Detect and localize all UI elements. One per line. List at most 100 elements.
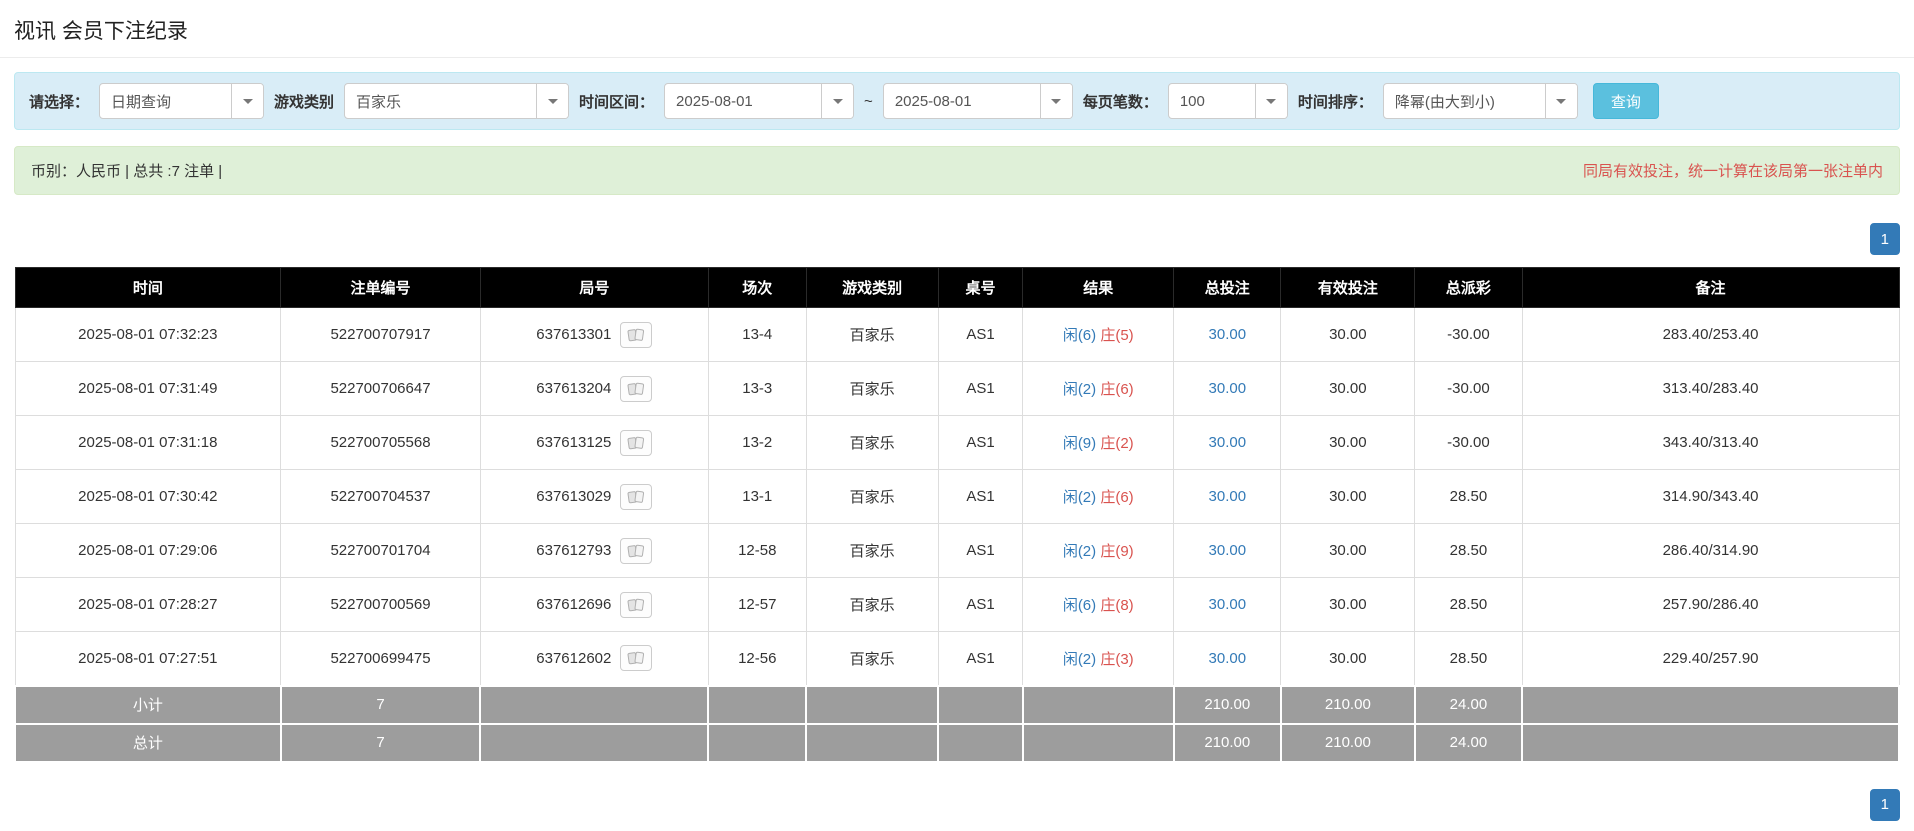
game-cell: 百家乐 — [805, 361, 939, 416]
session-cell: 13-1 — [707, 469, 807, 524]
view-cards-icon[interactable] — [620, 429, 653, 456]
footer-empty-cell — [937, 722, 1024, 763]
total-bet-cell: 30.00 — [1173, 577, 1282, 632]
payout-cell: -30.00 — [1414, 307, 1523, 362]
result-cell: 闲(6) 庄(8) — [1022, 577, 1175, 632]
page-1-button[interactable]: 1 — [1869, 223, 1900, 255]
chevron-down-icon[interactable] — [1039, 84, 1072, 118]
bet-id-cell: 522700705568 — [280, 415, 481, 470]
query-type-label: 请选择： — [29, 93, 90, 111]
banker-result: 庄(5) — [1100, 327, 1134, 344]
total-bet-cell: 30.00 — [1173, 469, 1282, 524]
valid-bet-cell: 30.00 — [1280, 415, 1416, 470]
round-number: 637613301 — [536, 326, 612, 343]
view-cards-icon[interactable] — [620, 591, 653, 618]
chevron-down-icon[interactable] — [821, 84, 854, 118]
payout-cell: 28.50 — [1414, 469, 1523, 524]
session-cell: 13-2 — [707, 415, 807, 470]
round-cell: 637613029 — [479, 469, 709, 524]
summary-bar: 币别：人民币 | 总共 :7 注单 | 同局有效投注，统一计算在该局第一张注单内 — [14, 146, 1900, 195]
col-valid-bet: 有效投注 — [1280, 267, 1416, 308]
round-cell: 637612793 — [479, 523, 709, 578]
player-result: 闲(6) — [1062, 597, 1097, 614]
chevron-down-icon[interactable] — [536, 84, 569, 118]
date-from-picker[interactable]: 2025-08-01 — [664, 83, 855, 119]
search-button[interactable]: 查询 — [1592, 83, 1659, 119]
footer-empty-cell — [479, 684, 710, 725]
table-no-cell: AS1 — [937, 415, 1024, 470]
total-bet-link[interactable]: 30.00 — [1209, 542, 1247, 559]
note-cell: 343.40/313.40 — [1521, 415, 1900, 470]
total-bet-cell: 30.00 — [1173, 361, 1282, 416]
result-cell: 闲(2) 庄(3) — [1022, 631, 1175, 686]
player-result: 闲(9) — [1062, 435, 1097, 452]
game-type-select[interactable]: 百家乐 — [344, 83, 570, 119]
subtotal-payout: 24.00 — [1413, 684, 1524, 725]
round-number: 637612696 — [536, 596, 612, 613]
total-bet-link[interactable]: 30.00 — [1209, 596, 1247, 613]
page-1-button[interactable]: 1 — [1869, 788, 1900, 821]
query-type-select[interactable]: 日期查询 — [99, 83, 265, 119]
round-cell: 637613204 — [479, 361, 709, 416]
col-payout: 总派彩 — [1414, 267, 1523, 308]
bet-id-cell: 522700699475 — [280, 631, 481, 686]
note-cell: 283.40/253.40 — [1521, 307, 1900, 362]
session-cell: 13-3 — [707, 361, 807, 416]
page-size-select[interactable]: 100 — [1167, 83, 1288, 119]
note-cell: 286.40/314.90 — [1521, 523, 1900, 578]
total-bet-link[interactable]: 30.00 — [1209, 326, 1247, 343]
note-cell: 313.40/283.40 — [1521, 361, 1900, 416]
game-cell: 百家乐 — [805, 523, 939, 578]
view-cards-icon[interactable] — [620, 375, 653, 402]
view-cards-icon[interactable] — [620, 483, 653, 510]
result-cell: 闲(2) 庄(6) — [1022, 469, 1175, 524]
result-cell: 闲(2) 庄(9) — [1022, 523, 1175, 578]
table-body: 2025-08-01 07:32:23 522700707917 6376133… — [14, 307, 1900, 686]
session-cell: 13-4 — [707, 307, 807, 362]
player-result: 闲(2) — [1062, 543, 1097, 560]
view-cards-icon[interactable] — [620, 321, 653, 348]
view-cards-icon[interactable] — [620, 537, 653, 564]
total-bet-cell: 30.00 — [1173, 523, 1282, 578]
note-cell: 314.90/343.40 — [1521, 469, 1900, 524]
payout-cell: 28.50 — [1414, 631, 1523, 686]
payout-cell: 28.50 — [1414, 577, 1523, 632]
col-result: 结果 — [1022, 267, 1175, 308]
col-bet-id: 注单编号 — [280, 267, 481, 308]
subtotal-valid-bet: 210.00 — [1279, 684, 1416, 725]
bet-id-cell: 522700700569 — [280, 577, 481, 632]
total-bet-link[interactable]: 30.00 — [1209, 488, 1247, 505]
grand-total-total-bet: 210.00 — [1172, 722, 1282, 763]
payout-cell: 28.50 — [1414, 523, 1523, 578]
round-cell: 637613125 — [479, 415, 709, 470]
session-cell: 12-58 — [707, 523, 807, 578]
time-cell: 2025-08-01 07:28:27 — [14, 577, 282, 632]
valid-bet-cell: 30.00 — [1280, 577, 1416, 632]
total-bet-link[interactable]: 30.00 — [1209, 650, 1247, 667]
chevron-down-icon[interactable] — [1254, 84, 1287, 118]
date-range-separator: ~ — [864, 92, 873, 110]
header-row: 时间 注单编号 局号 场次 游戏类别 桌号 结果 总投注 有效投注 总派彩 备注 — [14, 267, 1900, 308]
col-total-bet: 总投注 — [1173, 267, 1282, 308]
pagination-bottom: 1 — [14, 788, 1900, 821]
date-to-picker[interactable]: 2025-08-01 — [882, 83, 1073, 119]
table-no-cell: AS1 — [937, 469, 1024, 524]
page-size-value: 100 — [1179, 92, 1205, 110]
time-range-label: 时间区间： — [579, 93, 655, 111]
view-cards-icon[interactable] — [620, 645, 653, 672]
chevron-down-icon[interactable] — [231, 84, 264, 118]
total-bet-link[interactable]: 30.00 — [1209, 434, 1247, 451]
total-bet-link[interactable]: 30.00 — [1209, 380, 1247, 397]
summary-totals-text: 币别：人民币 | 总共 :7 注单 | — [31, 163, 223, 180]
subtotal-count: 7 — [279, 684, 482, 725]
sort-order-select[interactable]: 降幂(由大到小) — [1382, 83, 1578, 119]
footer-empty-cell — [479, 722, 710, 763]
total-bet-cell: 30.00 — [1173, 631, 1282, 686]
footer-empty-cell — [805, 684, 940, 725]
game-cell: 百家乐 — [805, 307, 939, 362]
chevron-down-icon[interactable] — [1544, 84, 1577, 118]
bet-id-cell: 522700701704 — [280, 523, 481, 578]
round-number: 637613029 — [536, 488, 612, 505]
player-result: 闲(2) — [1062, 381, 1097, 398]
note-cell: 229.40/257.90 — [1521, 631, 1900, 686]
